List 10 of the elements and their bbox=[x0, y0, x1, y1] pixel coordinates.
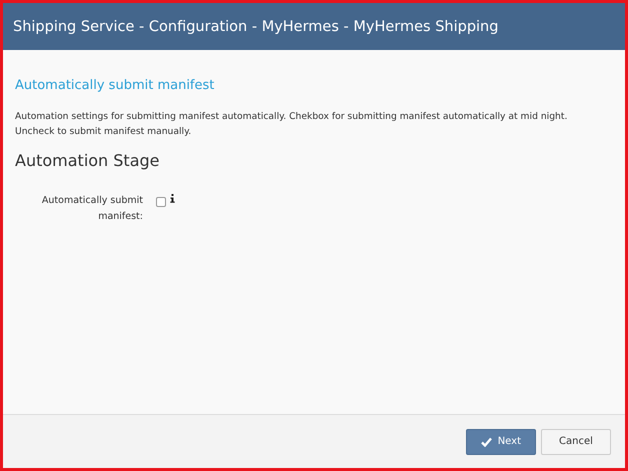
section-description: Automation settings for submitting manifest automatically. Chekbox for submitting manifest automatically at mid night. Uncheck to submit manifest manually. bbox=[15, 110, 568, 139]
cancel-button[interactable]: Cancel bbox=[541, 428, 611, 454]
field-label: Automatically submit manifest: bbox=[40, 194, 143, 224]
window-title: Shipping Service - Configuration - MyHermes - MyHermes Shipping bbox=[13, 18, 498, 34]
info-icon[interactable] bbox=[170, 194, 175, 203]
section-title: Automatically submit manifest bbox=[15, 78, 216, 93]
stage-heading: Automation Stage bbox=[15, 151, 161, 170]
check-icon bbox=[480, 436, 492, 446]
next-button[interactable]: Next bbox=[466, 428, 536, 454]
checkbox[interactable] bbox=[156, 197, 166, 207]
